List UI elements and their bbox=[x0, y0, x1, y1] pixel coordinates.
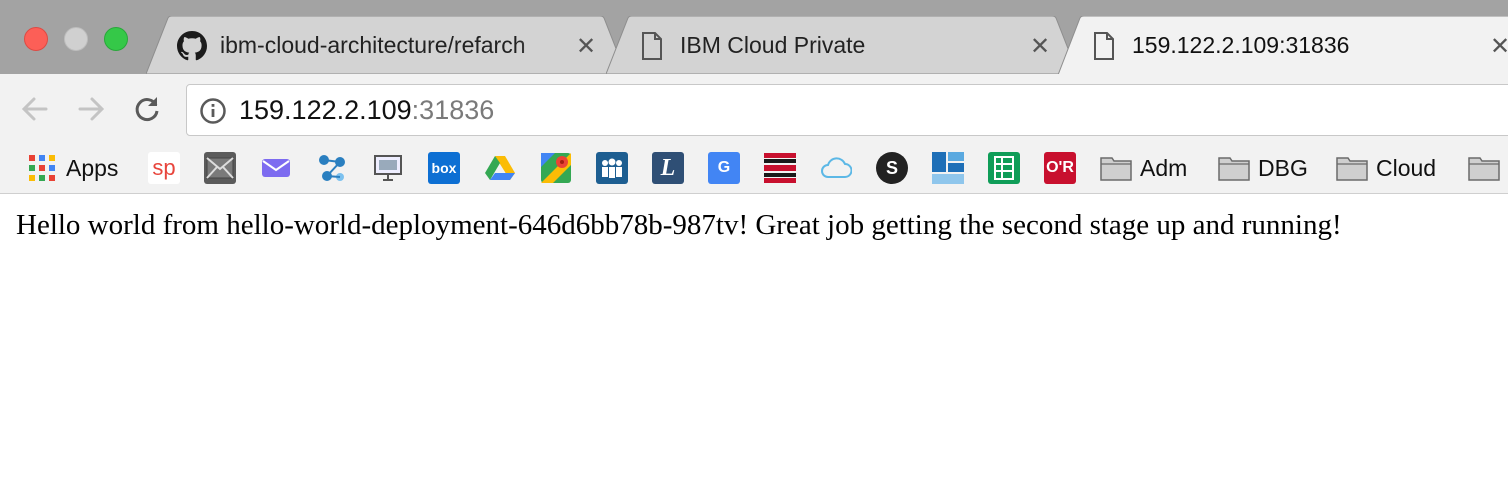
tab-active[interactable]: 159.122.2.109:31836 ✕ bbox=[1058, 16, 1508, 74]
page-content: Hello world from hello-world-deployment-… bbox=[0, 195, 1508, 500]
bookmark-people[interactable] bbox=[596, 150, 628, 186]
google-sheets-icon bbox=[988, 152, 1020, 184]
url-text: 159.122.2.109:31836 bbox=[239, 95, 494, 126]
folder-icon bbox=[1336, 152, 1368, 184]
google-maps-icon bbox=[540, 152, 572, 184]
google-drive-icon bbox=[484, 152, 516, 184]
bookmark-tiles[interactable] bbox=[932, 150, 964, 186]
page-icon bbox=[1088, 30, 1120, 62]
bookmark-folder-overflow[interactable] bbox=[1468, 150, 1500, 186]
folder-icon bbox=[1100, 152, 1132, 184]
bookmark-mail[interactable] bbox=[204, 150, 236, 186]
bookmark-stripes[interactable] bbox=[764, 150, 796, 186]
or-icon: O'R bbox=[1044, 152, 1076, 184]
bookmark-label: Cloud bbox=[1376, 154, 1437, 181]
monitor-icon bbox=[372, 152, 404, 184]
bookmark-folder-dbg[interactable]: DBG bbox=[1218, 150, 1308, 186]
stripes-icon bbox=[764, 152, 796, 184]
apps-grid-icon bbox=[26, 152, 58, 184]
tab-ibm-cloud-private[interactable]: IBM Cloud Private ✕ bbox=[606, 16, 1078, 74]
bookmark-google-translate[interactable]: G bbox=[708, 150, 740, 186]
back-arrow-icon[interactable] bbox=[18, 92, 52, 126]
s-circle-icon: S bbox=[876, 152, 908, 184]
folder-icon bbox=[1218, 152, 1250, 184]
l-logo-icon: L bbox=[652, 152, 684, 184]
tab-close-icon[interactable]: ✕ bbox=[1490, 32, 1508, 61]
folder-icon bbox=[1468, 152, 1500, 184]
window-minimize-button[interactable] bbox=[64, 27, 88, 51]
mail-icon bbox=[204, 152, 236, 184]
inbox-icon bbox=[260, 152, 292, 184]
info-icon[interactable] bbox=[199, 97, 227, 125]
reload-icon[interactable] bbox=[130, 92, 164, 126]
url-host: 159.122.2.109 bbox=[239, 95, 412, 125]
bookmark-s-circle[interactable]: S bbox=[876, 150, 908, 186]
bookmarks-bar: Apps sp box L G S O'R Adm DBG Cloud bbox=[0, 144, 1508, 194]
window-zoom-button[interactable] bbox=[104, 27, 128, 51]
box-icon: box bbox=[428, 152, 460, 184]
network-icon bbox=[316, 152, 348, 184]
forward-arrow-icon[interactable] bbox=[74, 92, 108, 126]
bookmark-google-drive[interactable] bbox=[484, 150, 516, 186]
bookmark-cloud[interactable] bbox=[820, 150, 852, 186]
bookmark-inbox[interactable] bbox=[260, 150, 292, 186]
tab-title: ibm-cloud-architecture/refarch bbox=[220, 32, 526, 58]
page-icon bbox=[636, 30, 668, 62]
bookmark-or[interactable]: O'R bbox=[1044, 150, 1076, 186]
tiles-icon bbox=[932, 152, 964, 184]
bookmark-folder-adm[interactable]: Adm bbox=[1100, 150, 1187, 186]
bookmark-l-logo[interactable]: L bbox=[652, 150, 684, 186]
tab-close-icon[interactable]: ✕ bbox=[1030, 32, 1050, 61]
tab-github[interactable]: ibm-cloud-architecture/refarch ✕ bbox=[146, 16, 626, 74]
github-icon bbox=[176, 30, 208, 62]
bookmark-network[interactable] bbox=[316, 150, 348, 186]
bookmark-folder-cloud[interactable]: Cloud bbox=[1336, 150, 1436, 186]
cloud-icon bbox=[820, 152, 852, 184]
tab-title: IBM Cloud Private bbox=[680, 32, 866, 58]
bookmark-apps[interactable]: Apps bbox=[26, 150, 118, 186]
google-translate-icon: G bbox=[708, 152, 740, 184]
bookmark-label: Apps bbox=[66, 154, 119, 181]
window-close-button[interactable] bbox=[24, 27, 48, 51]
bookmark-google-maps[interactable] bbox=[540, 150, 572, 186]
tab-title: 159.122.2.109:31836 bbox=[1132, 32, 1350, 58]
url-port: :31836 bbox=[411, 95, 495, 125]
tab-strip: ibm-cloud-architecture/refarch ✕ IBM Clo… bbox=[0, 0, 1508, 74]
bookmark-monitor[interactable] bbox=[372, 150, 404, 186]
bookmark-sp[interactable]: sp bbox=[148, 150, 180, 186]
bookmark-label: Adm bbox=[1140, 154, 1188, 181]
tab-close-icon[interactable]: ✕ bbox=[576, 32, 596, 61]
address-bar[interactable]: 159.122.2.109:31836 bbox=[186, 84, 1508, 136]
bookmark-google-sheets[interactable] bbox=[988, 150, 1020, 186]
browser-toolbar: 159.122.2.109:31836 bbox=[0, 74, 1508, 144]
bookmark-box[interactable]: box bbox=[428, 150, 460, 186]
hello-message: Hello world from hello-world-deployment-… bbox=[16, 209, 1342, 241]
sp-icon: sp bbox=[148, 152, 180, 184]
people-icon bbox=[596, 152, 628, 184]
bookmark-label: DBG bbox=[1258, 154, 1308, 181]
